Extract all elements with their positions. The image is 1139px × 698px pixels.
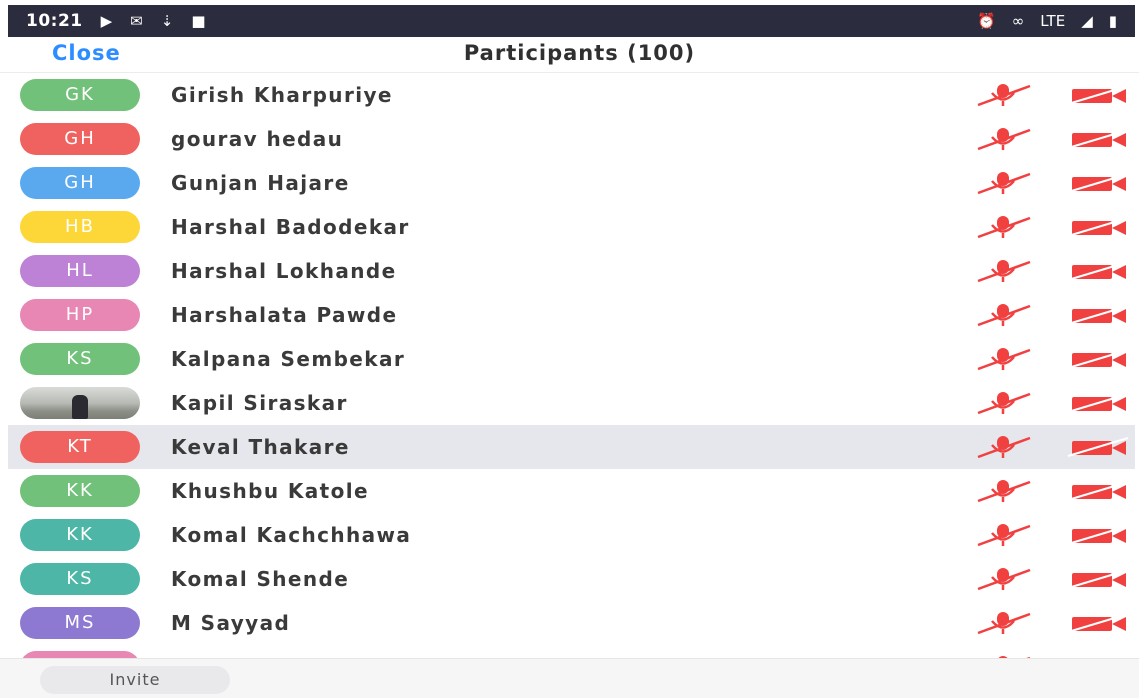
bottom-bar: Invite [0,658,1139,698]
participant-name: Keval Thakare [171,435,350,459]
avatar: HB [20,211,140,243]
participant-name: Gunjan Hajare [171,171,350,195]
participant-name: Komal Shende [171,567,350,591]
muted-mic-icon[interactable] [970,390,1036,416]
participant-row[interactable]: MS M Sayyad [8,601,1135,645]
page-title: Participants (100) [463,41,696,65]
gmail-icon: ✉ [130,12,143,30]
video-off-icon[interactable] [1066,568,1130,590]
participant-name: Komal Kachchhawa [171,523,412,547]
video-off-icon[interactable] [1066,612,1130,634]
participant-row[interactable]: GH gourav hedau [8,117,1135,161]
muted-mic-icon[interactable] [970,610,1036,636]
youtube-icon: ▶ [100,12,113,30]
video-off-icon[interactable] [1066,216,1130,238]
video-off-icon[interactable] [1066,436,1130,458]
status-bar: 10:21 ▶ ✉ ⇣ ■ ⏰ ∞ LTE ◢ ▮ [8,5,1135,37]
avatar-person-silhouette [72,395,88,419]
video-off-icon[interactable] [1066,260,1130,282]
participant-name: gourav hedau [171,127,344,151]
video-off-icon[interactable] [1066,524,1130,546]
battery-icon: ▮ [1108,12,1117,30]
avatar: KK [20,519,140,551]
participant-name: Harshal Lokhande [171,259,397,283]
participant-row[interactable]: HB Harshal Badodekar [8,205,1135,249]
avatar: GH [20,123,140,155]
avatar-photo [20,387,140,419]
participant-name: Khushbu Katole [171,479,369,503]
video-off-icon[interactable] [1066,128,1130,150]
muted-mic-icon[interactable] [970,214,1036,240]
participant-list[interactable]: GK Girish Kharpuriye GH gourav hedau GH Gunja… [0,73,1139,658]
link-icon: ∞ [1011,12,1025,30]
participants-header: Close Participants (100) [0,37,1139,73]
participant-name: Harshal Badodekar [171,215,410,239]
video-off-icon[interactable] [1066,84,1130,106]
alarm-icon: ⏰ [977,12,996,30]
participant-row[interactable]: GH Gunjan Hajare [8,161,1135,205]
download-icon: ⇣ [160,12,174,30]
video-off-icon[interactable] [1066,304,1130,326]
avatar: KS [20,343,140,375]
status-time: 10:21 [26,11,83,31]
muted-mic-icon[interactable] [970,566,1036,592]
video-off-icon[interactable] [1066,348,1130,370]
muted-mic-icon[interactable] [970,82,1036,108]
status-right: ⏰ ∞ LTE ◢ ▮ [977,12,1117,30]
avatar: KT [20,431,140,463]
muted-mic-icon[interactable] [970,478,1036,504]
avatar: HL [20,255,140,287]
participant-row[interactable]: KS Komal Shende [8,557,1135,601]
muted-mic-icon[interactable] [970,434,1036,460]
participant-name: M Sayyad [171,611,291,635]
avatar: MS [20,607,140,639]
invite-button[interactable]: Invite [40,666,230,694]
participant-row[interactable]: Kapil Siraskar [8,381,1135,425]
avatar: KS [20,563,140,595]
muted-mic-icon[interactable] [970,302,1036,328]
muted-mic-icon[interactable] [970,522,1036,548]
muted-mic-icon[interactable] [970,170,1036,196]
participant-row[interactable]: KS Kalpana Sembekar [8,337,1135,381]
avatar: GK [20,79,140,111]
participant-name: Harshalata Pawde [171,303,398,327]
avatar: HP [20,299,140,331]
muted-mic-icon[interactable] [970,346,1036,372]
participant-row[interactable]: HL Harshal Lokhande [8,249,1135,293]
muted-mic-icon[interactable] [970,258,1036,284]
avatar [20,651,140,658]
participant-name: Girish Kharpuriye [171,83,393,107]
participant-row[interactable]: KK Komal Kachchhawa [8,513,1135,557]
participant-row[interactable]: KT Keval Thakare [8,425,1135,469]
avatar: KK [20,475,140,507]
video-camera-icon: ■ [191,12,206,30]
video-off-icon[interactable] [1066,480,1130,502]
participant-row[interactable] [8,645,1135,658]
video-off-icon[interactable] [1066,172,1130,194]
participant-row[interactable]: KK Khushbu Katole [8,469,1135,513]
volte-icon: LTE [1040,12,1066,30]
participant-name: Kalpana Sembekar [171,347,406,371]
participant-row[interactable]: GK Girish Kharpuriye [8,73,1135,117]
signal-icon: ◢ [1081,12,1093,30]
muted-mic-icon[interactable] [970,126,1036,152]
participant-row[interactable]: HP Harshalata Pawde [8,293,1135,337]
avatar: GH [20,167,140,199]
video-off-icon[interactable] [1066,392,1130,414]
participant-name: Kapil Siraskar [171,391,348,415]
status-left: 10:21 ▶ ✉ ⇣ ■ [26,11,206,31]
